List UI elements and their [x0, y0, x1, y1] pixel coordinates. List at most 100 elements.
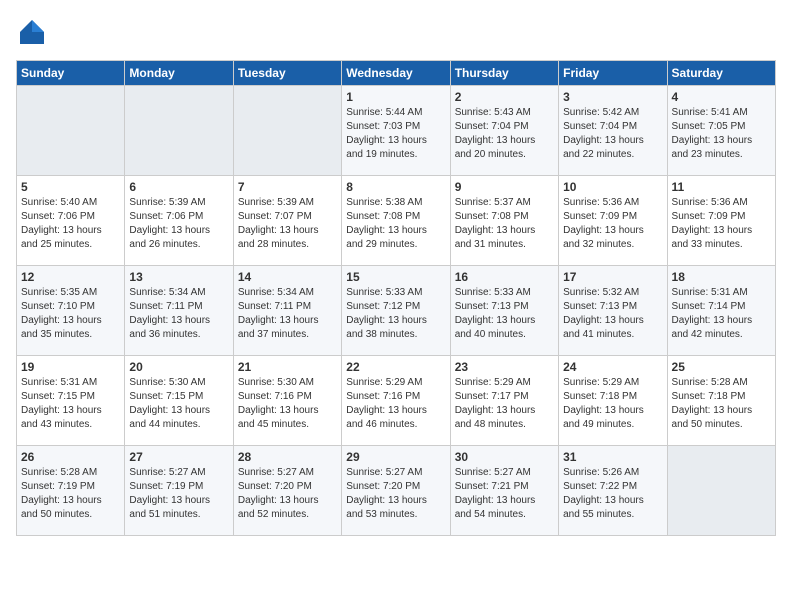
day-number: 23 — [455, 360, 554, 374]
calendar-cell: 29 Sunrise: 5:27 AM Sunset: 7:20 PM Dayli… — [342, 446, 450, 536]
day-number: 16 — [455, 270, 554, 284]
calendar-cell: 16 Sunrise: 5:33 AM Sunset: 7:13 PM Dayli… — [450, 266, 558, 356]
day-header-sunday: Sunday — [17, 61, 125, 86]
day-info: Sunrise: 5:28 AM Sunset: 7:18 PM Dayligh… — [672, 376, 771, 432]
calendar-cell: 17 Sunrise: 5:32 AM Sunset: 7:13 PM Dayli… — [559, 266, 667, 356]
day-number: 20 — [129, 360, 228, 374]
day-info: Sunrise: 5:38 AM Sunset: 7:08 PM Dayligh… — [346, 196, 445, 252]
day-header-wednesday: Wednesday — [342, 61, 450, 86]
day-number: 22 — [346, 360, 445, 374]
week-row-3: 12 Sunrise: 5:35 AM Sunset: 7:10 PM Dayli… — [17, 266, 776, 356]
day-info: Sunrise: 5:39 AM Sunset: 7:06 PM Dayligh… — [129, 196, 228, 252]
day-info: Sunrise: 5:34 AM Sunset: 7:11 PM Dayligh… — [238, 286, 337, 342]
day-info: Sunrise: 5:27 AM Sunset: 7:20 PM Dayligh… — [238, 466, 337, 522]
calendar-cell: 19 Sunrise: 5:31 AM Sunset: 7:15 PM Dayli… — [17, 356, 125, 446]
calendar-cell: 25Sunrise: 5:28 AM Sunset: 7:18 PM Dayli… — [667, 356, 775, 446]
calendar-cell: 9Sunrise: 5:37 AM Sunset: 7:08 PM Daylig… — [450, 176, 558, 266]
day-info: Sunrise: 5:35 AM Sunset: 7:10 PM Dayligh… — [21, 286, 120, 342]
day-info: Sunrise: 5:31 AM Sunset: 7:14 PM Dayligh… — [672, 286, 771, 342]
day-info: Sunrise: 5:41 AM Sunset: 7:05 PM Dayligh… — [672, 106, 771, 162]
week-row-1: 1 Sunrise: 5:44 AM Sunset: 7:03 PM Daylig… — [17, 86, 776, 176]
calendar-cell: 26 Sunrise: 5:28 AM Sunset: 7:19 PM Dayli… — [17, 446, 125, 536]
calendar-cell: 24 Sunrise: 5:29 AM Sunset: 7:18 PM Dayli… — [559, 356, 667, 446]
day-header-monday: Monday — [125, 61, 233, 86]
calendar-cell: 11 Sunrise: 5:36 AM Sunset: 7:09 PM Dayli… — [667, 176, 775, 266]
week-row-4: 19 Sunrise: 5:31 AM Sunset: 7:15 PM Dayli… — [17, 356, 776, 446]
calendar-cell: 13Sunrise: 5:34 AM Sunset: 7:11 PM Dayli… — [125, 266, 233, 356]
day-number: 28 — [238, 450, 337, 464]
day-number: 12 — [21, 270, 120, 284]
day-info: Sunrise: 5:30 AM Sunset: 7:15 PM Dayligh… — [129, 376, 228, 432]
days-header-row: SundayMondayTuesdayWednesdayThursdayFrid… — [17, 61, 776, 86]
calendar-cell: 20 Sunrise: 5:30 AM Sunset: 7:15 PM Dayli… — [125, 356, 233, 446]
day-info: Sunrise: 5:31 AM Sunset: 7:15 PM Dayligh… — [21, 376, 120, 432]
day-info: Sunrise: 5:39 AM Sunset: 7:07 PM Dayligh… — [238, 196, 337, 252]
day-number: 7 — [238, 180, 337, 194]
calendar-cell — [233, 86, 341, 176]
week-row-2: 5 Sunrise: 5:40 AM Sunset: 7:06 PM Daylig… — [17, 176, 776, 266]
calendar-cell: 2 Sunrise: 5:43 AM Sunset: 7:04 PM Daylig… — [450, 86, 558, 176]
calendar-cell: 12 Sunrise: 5:35 AM Sunset: 7:10 PM Dayli… — [17, 266, 125, 356]
day-number: 6 — [129, 180, 228, 194]
day-number: 3 — [563, 90, 662, 104]
day-number: 5 — [21, 180, 120, 194]
day-info: Sunrise: 5:42 AM Sunset: 7:04 PM Dayligh… — [563, 106, 662, 162]
calendar-cell: 28 Sunrise: 5:27 AM Sunset: 7:20 PM Dayli… — [233, 446, 341, 536]
calendar-cell: 6 Sunrise: 5:39 AM Sunset: 7:06 PM Daylig… — [125, 176, 233, 266]
logo-icon — [16, 16, 48, 48]
day-number: 31 — [563, 450, 662, 464]
calendar-cell: 8 Sunrise: 5:38 AM Sunset: 7:08 PM Daylig… — [342, 176, 450, 266]
calendar-cell — [125, 86, 233, 176]
day-info: Sunrise: 5:29 AM Sunset: 7:16 PM Dayligh… — [346, 376, 445, 432]
day-number: 10 — [563, 180, 662, 194]
day-number: 4 — [672, 90, 771, 104]
day-info: Sunrise: 5:44 AM Sunset: 7:03 PM Dayligh… — [346, 106, 445, 162]
calendar-cell: 10 Sunrise: 5:36 AM Sunset: 7:09 PM Dayli… — [559, 176, 667, 266]
day-info: Sunrise: 5:32 AM Sunset: 7:13 PM Dayligh… — [563, 286, 662, 342]
day-number: 29 — [346, 450, 445, 464]
day-info: Sunrise: 5:36 AM Sunset: 7:09 PM Dayligh… — [563, 196, 662, 252]
calendar-cell: 30Sunrise: 5:27 AM Sunset: 7:21 PM Dayli… — [450, 446, 558, 536]
week-row-5: 26 Sunrise: 5:28 AM Sunset: 7:19 PM Dayli… — [17, 446, 776, 536]
day-info: Sunrise: 5:27 AM Sunset: 7:19 PM Dayligh… — [129, 466, 228, 522]
day-number: 11 — [672, 180, 771, 194]
day-info: Sunrise: 5:33 AM Sunset: 7:13 PM Dayligh… — [455, 286, 554, 342]
day-info: Sunrise: 5:33 AM Sunset: 7:12 PM Dayligh… — [346, 286, 445, 342]
day-info: Sunrise: 5:28 AM Sunset: 7:19 PM Dayligh… — [21, 466, 120, 522]
day-header-tuesday: Tuesday — [233, 61, 341, 86]
day-number: 8 — [346, 180, 445, 194]
day-number: 27 — [129, 450, 228, 464]
calendar-cell: 18Sunrise: 5:31 AM Sunset: 7:14 PM Dayli… — [667, 266, 775, 356]
calendar-cell: 5 Sunrise: 5:40 AM Sunset: 7:06 PM Daylig… — [17, 176, 125, 266]
day-number: 1 — [346, 90, 445, 104]
calendar-cell: 27 Sunrise: 5:27 AM Sunset: 7:19 PM Dayli… — [125, 446, 233, 536]
calendar-cell: 1 Sunrise: 5:44 AM Sunset: 7:03 PM Daylig… — [342, 86, 450, 176]
day-number: 17 — [563, 270, 662, 284]
calendar-cell: 4 Sunrise: 5:41 AM Sunset: 7:05 PM Daylig… — [667, 86, 775, 176]
day-info: Sunrise: 5:27 AM Sunset: 7:21 PM Dayligh… — [455, 466, 554, 522]
day-number: 14 — [238, 270, 337, 284]
day-info: Sunrise: 5:26 AM Sunset: 7:22 PM Dayligh… — [563, 466, 662, 522]
day-header-thursday: Thursday — [450, 61, 558, 86]
calendar-cell: 31 Sunrise: 5:26 AM Sunset: 7:22 PM Dayli… — [559, 446, 667, 536]
calendar-cell: 23Sunrise: 5:29 AM Sunset: 7:17 PM Dayli… — [450, 356, 558, 446]
day-info: Sunrise: 5:40 AM Sunset: 7:06 PM Dayligh… — [21, 196, 120, 252]
day-info: Sunrise: 5:30 AM Sunset: 7:16 PM Dayligh… — [238, 376, 337, 432]
day-number: 2 — [455, 90, 554, 104]
calendar-cell: 22 Sunrise: 5:29 AM Sunset: 7:16 PM Dayli… — [342, 356, 450, 446]
day-info: Sunrise: 5:29 AM Sunset: 7:18 PM Dayligh… — [563, 376, 662, 432]
logo — [16, 16, 52, 48]
day-info: Sunrise: 5:34 AM Sunset: 7:11 PM Dayligh… — [129, 286, 228, 342]
day-info: Sunrise: 5:27 AM Sunset: 7:20 PM Dayligh… — [346, 466, 445, 522]
day-number: 21 — [238, 360, 337, 374]
day-number: 15 — [346, 270, 445, 284]
day-number: 19 — [21, 360, 120, 374]
day-header-saturday: Saturday — [667, 61, 775, 86]
calendar-cell — [667, 446, 775, 536]
day-info: Sunrise: 5:36 AM Sunset: 7:09 PM Dayligh… — [672, 196, 771, 252]
day-number: 26 — [21, 450, 120, 464]
calendar-cell — [17, 86, 125, 176]
day-header-friday: Friday — [559, 61, 667, 86]
day-number: 24 — [563, 360, 662, 374]
day-info: Sunrise: 5:43 AM Sunset: 7:04 PM Dayligh… — [455, 106, 554, 162]
